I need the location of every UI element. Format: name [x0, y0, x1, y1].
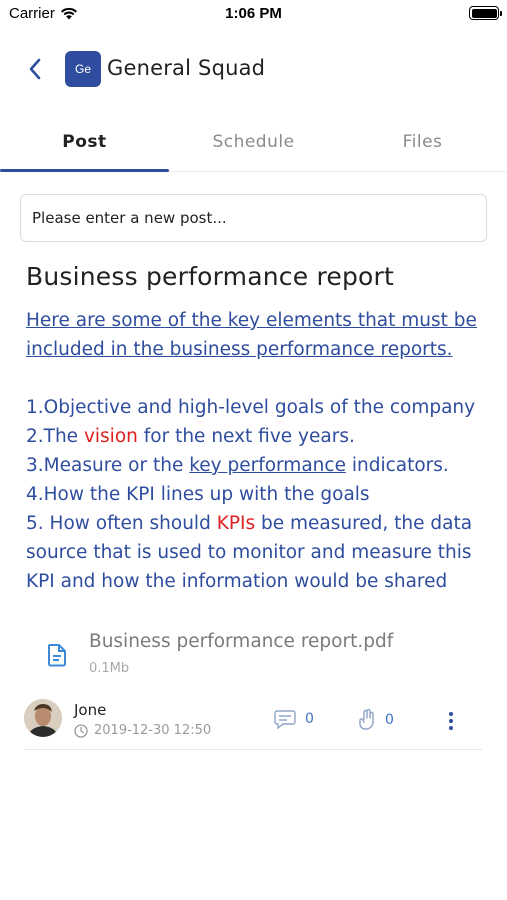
- author-avatar[interactable]: [24, 699, 62, 737]
- list-item: KPI and how the information would be sha…: [26, 567, 496, 596]
- list-item-text: 5. How often should: [26, 513, 217, 534]
- battery-icon: [469, 6, 502, 20]
- post-timestamp: 2019-12-30 12:50: [74, 723, 211, 738]
- list-item: 2.The vision for the next five years.: [26, 422, 496, 451]
- new-post-input[interactable]: [20, 194, 487, 242]
- list-item-text: source that is used to monitor and measu…: [26, 542, 472, 563]
- clock-icon: [74, 723, 88, 738]
- header: Ge General Squad: [0, 40, 507, 100]
- post-footer: Jone 2019-12-30 12:50 0 0: [24, 698, 482, 750]
- group-avatar[interactable]: Ge: [65, 51, 101, 87]
- group-name: General Squad: [107, 56, 266, 80]
- list-item-text: 2.The: [26, 426, 84, 447]
- comment-count: 0: [305, 711, 314, 727]
- tab-post[interactable]: Post: [0, 118, 169, 172]
- highlight-kpis: KPIs: [216, 513, 256, 534]
- list-item: 4.How the KPI lines up with the goals: [26, 480, 496, 509]
- like-button[interactable]: 0: [358, 709, 394, 731]
- back-button[interactable]: [20, 54, 50, 84]
- list-item-text: be measured, the data: [255, 513, 473, 534]
- list-item-text: indicators.: [345, 455, 449, 476]
- timestamp-text: 2019-12-30 12:50: [94, 723, 212, 738]
- attachment[interactable]: Business performance report.pdf 0.1Mb: [46, 631, 466, 679]
- post-intro-link[interactable]: Here are some of the key elements that m…: [26, 306, 496, 364]
- file-document-icon: [48, 644, 66, 667]
- list-item-text: 1.Objective and high-level goals of the …: [26, 397, 476, 418]
- highlight-vision: vision: [83, 426, 138, 447]
- list-item-text: 3.Measure or the: [26, 455, 190, 476]
- tab-bar: Post Schedule Files: [0, 118, 507, 172]
- list-item: 1.Objective and high-level goals of the …: [26, 393, 496, 422]
- post-list: 1.Objective and high-level goals of the …: [26, 393, 496, 596]
- post-card: Business performance report Here are som…: [26, 258, 496, 596]
- tab-files[interactable]: Files: [338, 118, 507, 171]
- tab-schedule[interactable]: Schedule: [169, 118, 338, 171]
- hand-like-icon: [359, 709, 374, 730]
- author-name: Jone: [74, 701, 107, 719]
- list-item: 5. How often should KPIs be measured, th…: [26, 509, 496, 538]
- attachment-name: Business performance report.pdf: [89, 631, 394, 652]
- key-performance-link[interactable]: key performance: [189, 455, 346, 476]
- status-time: 1:06 PM: [225, 5, 282, 22]
- person-photo-icon: [24, 699, 62, 737]
- list-item: 3.Measure or the key performance indicat…: [26, 451, 496, 480]
- list-item-text: KPI and how the information would be sha…: [26, 571, 448, 592]
- list-item: source that is used to monitor and measu…: [26, 538, 496, 567]
- list-item-text: for the next five years.: [137, 426, 355, 447]
- list-item-text: 4.How the KPI lines up with the goals: [26, 484, 370, 505]
- comment-icon: [274, 710, 296, 729]
- post-title: Business performance report: [26, 262, 394, 291]
- status-bar: Carrier 1:06 PM: [0, 0, 507, 28]
- chevron-left-icon: [29, 58, 41, 80]
- attachment-size: 0.1Mb: [89, 661, 130, 676]
- comment-button[interactable]: 0: [274, 709, 314, 729]
- more-options-icon[interactable]: [444, 710, 458, 732]
- like-count: 0: [385, 712, 394, 728]
